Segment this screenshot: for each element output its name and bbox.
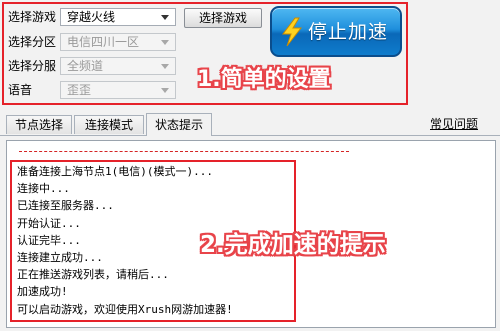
divider bbox=[19, 151, 349, 152]
tab-node-select[interactable]: 节点选择 bbox=[6, 115, 72, 134]
tab-connection-mode[interactable]: 连接模式 bbox=[74, 115, 144, 134]
faq-link[interactable]: 常见问题 bbox=[430, 117, 478, 131]
tab-status[interactable]: 状态提示 bbox=[146, 113, 212, 136]
status-annotation-text: 2.完成加速的提示 bbox=[200, 232, 386, 258]
settings-annotation-text: 1.简单的设置 bbox=[197, 67, 331, 92]
tab-bar: 节点选择 连接模式 状态提示 bbox=[0, 113, 500, 136]
